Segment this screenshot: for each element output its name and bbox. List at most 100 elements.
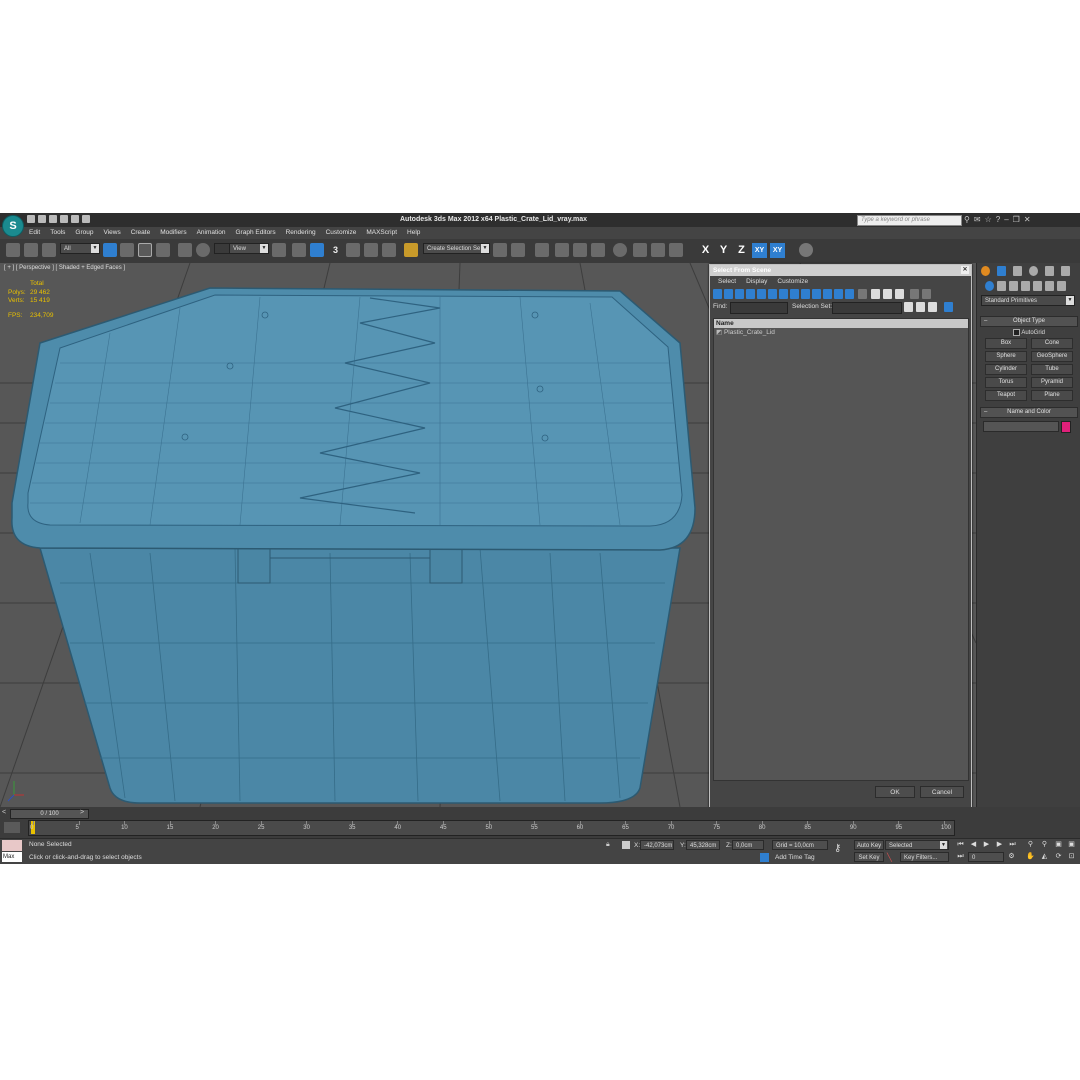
torus-button[interactable]: Torus <box>985 377 1027 389</box>
application-menu-button[interactable]: S <box>2 215 24 237</box>
x-coordinate-field[interactable]: -42,073cm <box>640 840 674 850</box>
axis-xy-button[interactable]: XY <box>752 243 767 258</box>
ribbon-toggle-icon[interactable] <box>799 243 813 257</box>
selection-filter-dropdown[interactable]: All ▼ <box>60 243 100 254</box>
named-selection-dropdown[interactable]: Create Selection Se ▼ <box>423 243 490 254</box>
key-mode-dropdown[interactable]: Selected ▼ <box>885 840 949 850</box>
pyramid-button[interactable]: Pyramid <box>1031 377 1073 389</box>
snap-toggle-icon[interactable]: 3 <box>328 243 343 258</box>
selection-set-dropdown[interactable] <box>832 302 902 314</box>
hierarchy-tab-icon[interactable] <box>1013 266 1022 276</box>
display-tab-icon[interactable] <box>1045 266 1054 276</box>
unlink-icon[interactable] <box>24 243 38 257</box>
undo-icon[interactable] <box>60 215 68 223</box>
restore-icon[interactable]: ❐ <box>1013 215 1020 224</box>
set-key-mode-icon[interactable]: ⚷ <box>834 843 841 854</box>
dialog-menu-customize[interactable]: Customize <box>777 276 808 287</box>
z-coordinate-field[interactable]: 0,0cm <box>732 840 764 850</box>
display-xrefs-icon[interactable] <box>790 289 799 299</box>
keyboard-shortcut-override-icon[interactable] <box>310 243 324 257</box>
key-filters-button[interactable]: Key Filters... <box>900 852 949 862</box>
close-icon[interactable]: ✕ <box>1024 215 1031 224</box>
display-all-icon[interactable] <box>845 289 854 299</box>
dialog-close-icon[interactable]: ✕ <box>961 266 969 274</box>
sort-options-icon[interactable] <box>944 302 953 312</box>
maxscript-listener-top[interactable] <box>2 840 22 851</box>
go-to-start-icon[interactable]: ⏮ <box>956 840 965 849</box>
sphere-button[interactable]: Sphere <box>985 351 1027 363</box>
menu-modifiers[interactable]: Modifiers <box>155 227 191 239</box>
rotate-icon[interactable] <box>196 243 210 257</box>
axis-x-button[interactable]: X <box>698 243 713 258</box>
box-button[interactable]: Box <box>985 338 1027 350</box>
object-name-input[interactable] <box>983 421 1059 433</box>
ok-button[interactable]: OK <box>875 786 915 798</box>
schematic-view-icon[interactable] <box>591 243 605 257</box>
display-space-warps-icon[interactable] <box>768 289 777 299</box>
object-color-swatch[interactable] <box>1061 421 1071 434</box>
find-input[interactable] <box>730 302 788 314</box>
current-frame-field[interactable]: 0 <box>968 852 1004 862</box>
axis-y-button[interactable]: Y <box>716 243 731 258</box>
display-helpers-icon[interactable] <box>757 289 766 299</box>
scene-object-list[interactable]: Name ◩ Plastic_Crate_Lid <box>713 318 969 781</box>
axis-xy-cycle-button[interactable]: XY <box>770 243 785 258</box>
viewport-label-menu[interactable]: [ + ] [ Perspective ] [ Shaded + Edged F… <box>4 265 125 271</box>
align-icon[interactable] <box>511 243 525 257</box>
select-invert-icon[interactable] <box>895 289 904 299</box>
auto-key-button[interactable]: Auto Key <box>854 840 884 850</box>
display-cameras-icon[interactable] <box>746 289 755 299</box>
spinner-snap-icon[interactable] <box>382 243 396 257</box>
time-slider[interactable]: 0 / 100 <box>10 809 89 819</box>
pan-view-icon[interactable]: ✋ <box>1026 852 1035 861</box>
help-icon[interactable]: ? <box>996 215 1000 224</box>
systems-category-icon[interactable] <box>1057 281 1066 291</box>
save-file-icon[interactable] <box>49 215 57 223</box>
select-none-icon[interactable] <box>883 289 892 299</box>
display-containers-icon[interactable] <box>812 289 821 299</box>
modify-tab-icon[interactable] <box>997 266 1006 276</box>
display-bones-icon[interactable] <box>801 289 810 299</box>
link-icon[interactable] <box>6 243 20 257</box>
favorites-star-icon[interactable]: ☆ <box>985 215 992 224</box>
display-geometry-icon[interactable] <box>713 289 722 299</box>
geosphere-button[interactable]: GeoSphere <box>1031 351 1073 363</box>
menu-graph-editors[interactable]: Graph Editors <box>231 227 281 239</box>
autogrid-checkbox[interactable]: AutoGrid <box>977 329 1080 336</box>
field-of-view-icon[interactable]: ◭ <box>1040 852 1049 861</box>
shapes-category-icon[interactable] <box>997 281 1006 291</box>
menu-rendering[interactable]: Rendering <box>281 227 321 239</box>
communication-center-icon[interactable]: ✉ <box>974 215 981 224</box>
display-frozen-icon[interactable] <box>823 289 832 299</box>
primitive-category-dropdown[interactable]: Standard Primitives ▼ <box>981 295 1075 306</box>
y-coordinate-field[interactable]: 45,328cm <box>686 840 720 850</box>
angle-snap-icon[interactable] <box>346 243 360 257</box>
plane-button[interactable]: Plane <box>1031 390 1073 402</box>
select-manipulate-icon[interactable] <box>292 243 306 257</box>
cameras-category-icon[interactable] <box>1021 281 1030 291</box>
open-file-icon[interactable] <box>38 215 46 223</box>
curve-editor-icon[interactable] <box>573 243 587 257</box>
zoom-extents-icon[interactable]: ▣ <box>1054 840 1063 849</box>
name-and-color-rollout-header[interactable]: – Name and Color <box>980 407 1078 419</box>
teapot-button[interactable]: Teapot <box>985 390 1027 402</box>
reference-coordinate-dropdown[interactable]: View ▼ <box>229 243 269 254</box>
time-configuration-icon[interactable]: ⚙ <box>1007 852 1016 861</box>
absolute-mode-icon[interactable] <box>622 841 630 849</box>
time-tag-icon[interactable] <box>760 853 769 862</box>
menu-tools[interactable]: Tools <box>45 227 70 239</box>
name-column-header[interactable]: Name <box>714 319 968 328</box>
select-dependents-icon[interactable] <box>904 302 913 312</box>
pivot-center-icon[interactable] <box>272 243 286 257</box>
menu-group[interactable]: Group <box>70 227 98 239</box>
axis-z-button[interactable]: Z <box>734 243 749 258</box>
mini-curve-editor-icon[interactable] <box>4 822 20 833</box>
zoom-all-icon[interactable]: ⚲ <box>1040 840 1049 849</box>
filter-funnel-icon[interactable] <box>910 289 919 299</box>
go-to-end-icon[interactable]: ⏭ <box>1008 840 1017 849</box>
render-setup-icon[interactable] <box>633 243 647 257</box>
bind-space-warp-icon[interactable] <box>42 243 56 257</box>
display-hidden-icon[interactable] <box>834 289 843 299</box>
orbit-icon[interactable]: ⟳ <box>1054 852 1063 861</box>
cylinder-button[interactable]: Cylinder <box>985 364 1027 376</box>
